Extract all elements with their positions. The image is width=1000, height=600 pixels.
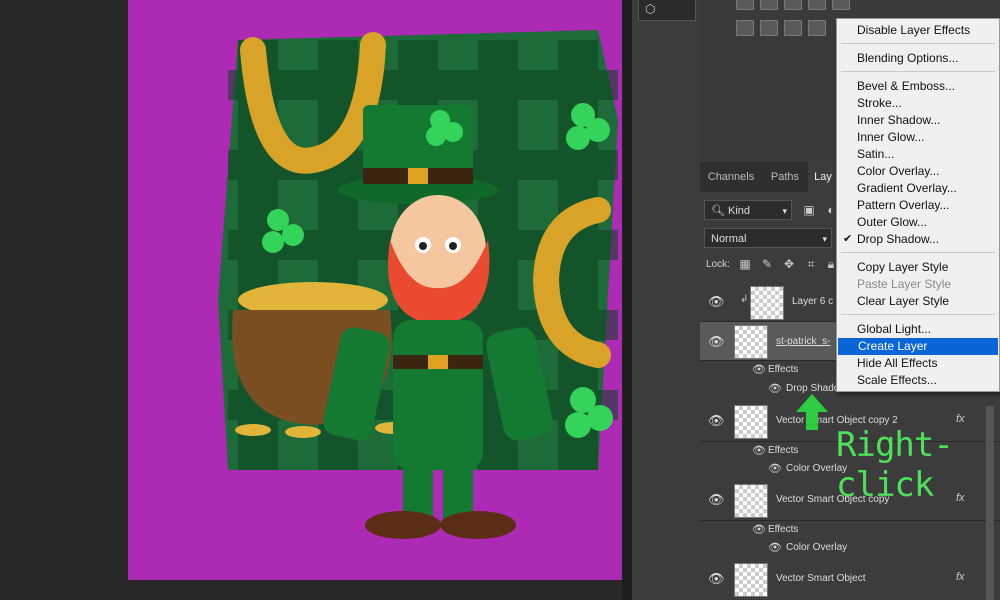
menu-item-clear-layer-style[interactable]: Clear Layer Style xyxy=(837,293,999,310)
eye-icon[interactable]: 👁 xyxy=(708,571,725,587)
menu-item-pattern-overlay[interactable]: Pattern Overlay... xyxy=(837,197,999,214)
layer-thumbnail xyxy=(734,563,768,597)
lock-transparent-icon[interactable]: ▦ xyxy=(738,257,752,271)
adjustment-icon[interactable] xyxy=(808,20,826,36)
chevron-down-icon: ▾ xyxy=(782,206,787,216)
filter-kind-select[interactable]: 🔍︎ Kind ▾ xyxy=(704,200,792,220)
blend-mode-value: Normal xyxy=(711,233,747,245)
effects-label: Effects xyxy=(768,364,799,375)
adjustment-icon[interactable] xyxy=(832,0,850,10)
menu-item-bevel-emboss[interactable]: Bevel & Emboss... xyxy=(837,78,999,95)
menu-item-create-layer[interactable]: Create Layer xyxy=(838,338,998,355)
layer-effects-group: 👁 Effects 👁 Color Overlay xyxy=(700,521,1000,559)
eye-icon[interactable]: 👁 xyxy=(768,382,782,395)
layer-thumbnail xyxy=(734,484,768,518)
menu-separator xyxy=(841,252,995,253)
adjustment-icon[interactable] xyxy=(760,20,778,36)
image-filter-icon[interactable]: ▣ xyxy=(802,203,816,217)
layer-thumbnail xyxy=(734,405,768,439)
menu-item-global-light[interactable]: Global Light... xyxy=(837,321,999,338)
menu-item-inner-shadow[interactable]: Inner Shadow... xyxy=(837,112,999,129)
eye-icon[interactable]: 👁 xyxy=(708,413,725,429)
lock-move-icon[interactable]: ✥ xyxy=(782,257,796,271)
effect-color-overlay[interactable]: Color Overlay xyxy=(786,542,847,553)
adjustment-icon[interactable] xyxy=(808,0,826,10)
effects-label: Effects xyxy=(768,445,799,456)
search-icon: 🔍︎ xyxy=(711,205,729,217)
menu-item-color-overlay[interactable]: Color Overlay... xyxy=(837,163,999,180)
layer-name[interactable]: Layer 6 c xyxy=(792,296,833,307)
lock-artboard-icon[interactable]: ⌗ xyxy=(804,257,818,271)
eye-icon[interactable]: 👁 xyxy=(708,492,725,508)
artwork-illustration xyxy=(218,30,618,539)
adjustment-icon[interactable] xyxy=(760,0,778,10)
eye-icon[interactable]: 👁 xyxy=(708,334,725,350)
fx-icon[interactable]: fx xyxy=(956,413,965,425)
panel-thumbnail[interactable]: ⬡ xyxy=(638,0,696,21)
layer-name[interactable]: st-patrick_s- xyxy=(776,336,830,347)
menu-item-drop-shadow[interactable]: Drop Shadow... xyxy=(837,231,999,248)
right-click-annotation: Right-click xyxy=(836,425,954,505)
collapsed-panel-strip xyxy=(632,0,700,600)
blend-mode-select[interactable]: Normal ▾ xyxy=(704,228,832,248)
menu-item-scale-effects[interactable]: Scale Effects... xyxy=(837,372,999,389)
clip-arrow-icon: ↲ xyxy=(740,294,749,305)
panel-divider[interactable] xyxy=(622,0,632,600)
cube-icon: ⬡ xyxy=(645,2,656,16)
eye-icon[interactable]: 👁 xyxy=(768,462,782,475)
menu-item-gradient-overlay[interactable]: Gradient Overlay... xyxy=(837,180,999,197)
adjustment-icon[interactable] xyxy=(736,20,754,36)
menu-item-disable-layer-effects[interactable]: Disable Layer Effects xyxy=(837,22,999,39)
adjustment-icon[interactable] xyxy=(784,0,802,10)
eye-icon[interactable]: 👁 xyxy=(768,541,782,554)
green-arrow-annotation xyxy=(796,394,828,430)
chevron-down-icon: ▾ xyxy=(822,234,827,244)
menu-item-stroke[interactable]: Stroke... xyxy=(837,95,999,112)
lock-brush-icon[interactable]: ✎ xyxy=(760,257,774,271)
adjustment-icon[interactable] xyxy=(736,0,754,10)
menu-item-outer-glow[interactable]: Outer Glow... xyxy=(837,214,999,231)
eye-icon[interactable]: 👁 xyxy=(708,294,725,310)
effects-label: Effects xyxy=(768,524,799,535)
document-canvas[interactable] xyxy=(128,0,622,580)
adjustment-icon[interactable] xyxy=(784,20,802,36)
menu-separator xyxy=(841,71,995,72)
eye-icon[interactable]: 👁 xyxy=(752,363,766,376)
tab-channels[interactable]: Channels xyxy=(700,162,762,192)
eye-icon[interactable]: 👁 xyxy=(752,444,766,457)
menu-item-inner-glow[interactable]: Inner Glow... xyxy=(837,129,999,146)
menu-item-paste-layer-style: Paste Layer Style xyxy=(857,277,952,291)
eye-icon[interactable]: 👁 xyxy=(752,523,766,536)
layer-name[interactable]: Vector Smart Object xyxy=(776,573,865,584)
menu-item-satin[interactable]: Satin... xyxy=(837,146,999,163)
tab-layers[interactable]: Lay xyxy=(808,162,838,192)
lock-label: Lock: xyxy=(706,259,730,270)
menu-separator xyxy=(841,43,995,44)
tab-paths[interactable]: Paths xyxy=(762,162,808,192)
fx-icon[interactable]: fx xyxy=(956,571,965,583)
context-menu: Disable Layer Effects Blending Options..… xyxy=(836,18,1000,392)
layer-row[interactable]: 👁 Vector Smart Object fx xyxy=(700,559,1000,600)
menu-item-copy-layer-style[interactable]: Copy Layer Style xyxy=(837,259,999,276)
menu-item-blending-options[interactable]: Blending Options... xyxy=(837,50,999,67)
menu-separator xyxy=(841,314,995,315)
filter-kind-label: Kind xyxy=(728,205,751,217)
layer-thumbnail xyxy=(750,286,784,320)
menu-item-hide-all-effects[interactable]: Hide All Effects xyxy=(837,355,999,372)
layer-thumbnail xyxy=(734,325,768,359)
